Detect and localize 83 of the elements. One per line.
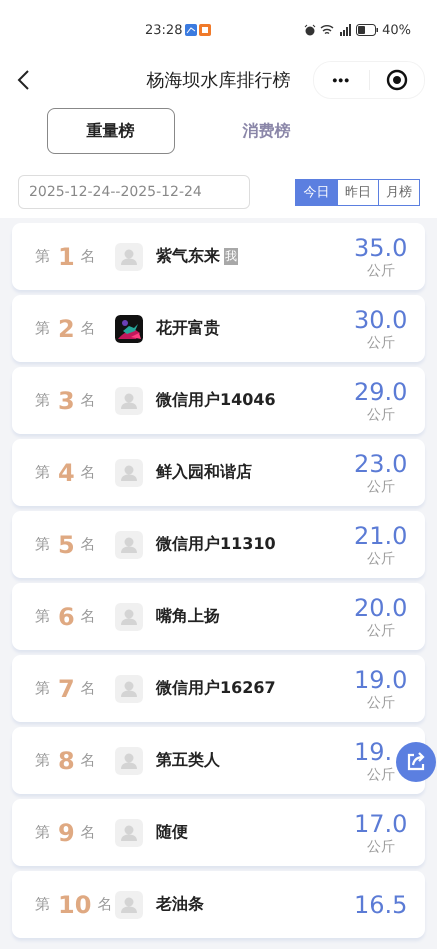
app-icon: [199, 24, 212, 36]
rank-suffix: 名: [97, 895, 112, 914]
user-name: 随便: [156, 822, 188, 843]
weight-unit: 公斤: [367, 622, 395, 640]
weight-value: 19.0: [354, 666, 408, 694]
rank-prefix: 第: [35, 247, 50, 266]
avatar-icon: [115, 386, 143, 414]
user-name: 微信用户11310: [156, 534, 276, 555]
weight-unit: 公斤: [367, 478, 395, 496]
signal-icon: [338, 24, 352, 36]
weight-value: 20.0: [354, 594, 408, 622]
rank-suffix: 名: [80, 391, 96, 410]
rank-number: 5: [58, 530, 75, 558]
avatar-icon: [115, 674, 143, 702]
weight-value: 17.0: [354, 810, 408, 838]
rank-suffix: 名: [80, 823, 96, 842]
rank-number: 2: [58, 314, 75, 342]
weight-value: 23.0: [354, 450, 408, 478]
user-name: 第五类人: [156, 750, 220, 771]
battery-level: 40%: [382, 22, 411, 38]
avatar-icon: [115, 530, 143, 558]
tab[interactable]: 重量榜: [46, 108, 174, 154]
more-button[interactable]: •••: [314, 72, 368, 88]
rank-prefix: 第: [35, 463, 50, 482]
rank-prefix: 第: [35, 895, 50, 914]
weight-unit: 公斤: [367, 550, 395, 568]
weight-unit: 公斤: [367, 262, 395, 280]
user-name: 紫气东来: [156, 246, 220, 267]
avatar-icon: [115, 458, 143, 486]
weight-value: 35.0: [354, 234, 408, 262]
rank-suffix: 名: [80, 679, 96, 698]
rank-number: 9: [58, 818, 75, 846]
close-icon[interactable]: [386, 69, 408, 91]
user-name: 嘴角上扬: [156, 606, 220, 627]
avatar-icon: [115, 242, 143, 270]
rank-number: 6: [58, 602, 75, 630]
weight-unit: 公斤: [367, 406, 395, 424]
weight-value: 29.0: [354, 378, 408, 406]
avatar-icon: [115, 602, 143, 630]
avatar-icon: [115, 890, 143, 918]
user-name: 花开富贵: [156, 318, 220, 339]
rank-suffix: 名: [80, 607, 96, 626]
weight-value: 19.: [354, 738, 392, 766]
me-badge: 我: [224, 248, 238, 265]
user-name: 鲜入园和谐店: [156, 462, 252, 483]
battery-icon: [356, 24, 378, 36]
weight-unit: 公斤: [367, 694, 395, 712]
rank-suffix: 名: [80, 463, 96, 482]
rank-suffix: 名: [80, 751, 96, 770]
rank-prefix: 第: [35, 751, 50, 770]
user-name: 微信用户16267: [156, 678, 276, 699]
rank-suffix: 名: [80, 247, 96, 266]
user-name: 微信用户14046: [156, 390, 276, 411]
weight-value: 30.0: [354, 306, 408, 334]
rank-suffix: 名: [80, 319, 96, 338]
status-time: 23:28: [145, 22, 182, 38]
rank-prefix: 第: [35, 391, 50, 410]
rank-number: 1: [58, 242, 75, 270]
rank-suffix: 名: [80, 535, 96, 554]
weight-unit: 公斤: [367, 766, 395, 784]
rank-number: 7: [58, 674, 75, 702]
rank-number: 8: [58, 746, 75, 774]
avatar-icon: [115, 746, 143, 774]
avatar-icon: [115, 818, 143, 846]
weight-value: 21.0: [354, 522, 408, 550]
rank-number: 3: [58, 386, 75, 414]
weight-value: 16.5: [354, 890, 408, 918]
date-range-field[interactable]: 2025-12-24--2025-12-24: [18, 175, 250, 209]
alarm-icon: [304, 24, 316, 36]
rank-prefix: 第: [35, 607, 50, 626]
period-button[interactable]: 今日: [296, 180, 337, 204]
weight-unit: 公斤: [367, 334, 395, 352]
rank-number: 4: [58, 458, 75, 486]
weight-unit: 公斤: [367, 838, 395, 856]
rank-prefix: 第: [35, 679, 50, 698]
rank-prefix: 第: [35, 535, 50, 554]
rank-prefix: 第: [35, 319, 50, 338]
app-icon: [185, 24, 198, 36]
user-name: 老油条: [156, 894, 204, 915]
wifi-icon: [320, 24, 334, 36]
page-title: 杨海坝水库排行榜: [146, 69, 290, 92]
rank-prefix: 第: [35, 823, 50, 842]
rank-number: 10: [58, 890, 92, 918]
